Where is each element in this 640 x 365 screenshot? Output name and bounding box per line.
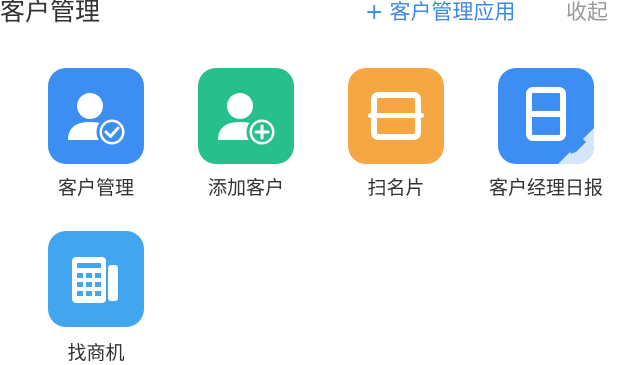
- app-tile-scan-card[interactable]: 扫名片: [321, 68, 471, 218]
- add-customer-icon: [198, 68, 294, 164]
- collapse-button[interactable]: 收起: [566, 0, 608, 26]
- plus-icon: +: [365, 0, 384, 25]
- page-title: 客户管理: [0, 0, 101, 26]
- app-label: 添加客户: [207, 177, 284, 199]
- scan-card-icon: [348, 68, 444, 164]
- app-label: 客户经理日报: [488, 177, 603, 199]
- customer-management-apps-label: 客户管理应用: [389, 0, 516, 24]
- app-tile-add-customer[interactable]: 添加客户: [171, 68, 321, 218]
- daily-report-icon: [498, 68, 594, 164]
- app-label: 客户管理: [57, 177, 134, 199]
- find-opportunity-icon: [48, 231, 144, 327]
- customer-management-apps-button[interactable]: + 客户管理应用: [365, 0, 515, 27]
- app-tile-customer-management[interactable]: 客户管理: [21, 68, 171, 218]
- app-tile-daily-report[interactable]: 客户经理日报: [471, 68, 621, 218]
- app-tile-find-opportunity[interactable]: 找商机: [21, 231, 171, 364]
- app-label: 扫名片: [367, 177, 425, 199]
- app-label: 找商机: [67, 342, 125, 364]
- customer-check-icon: [48, 68, 144, 164]
